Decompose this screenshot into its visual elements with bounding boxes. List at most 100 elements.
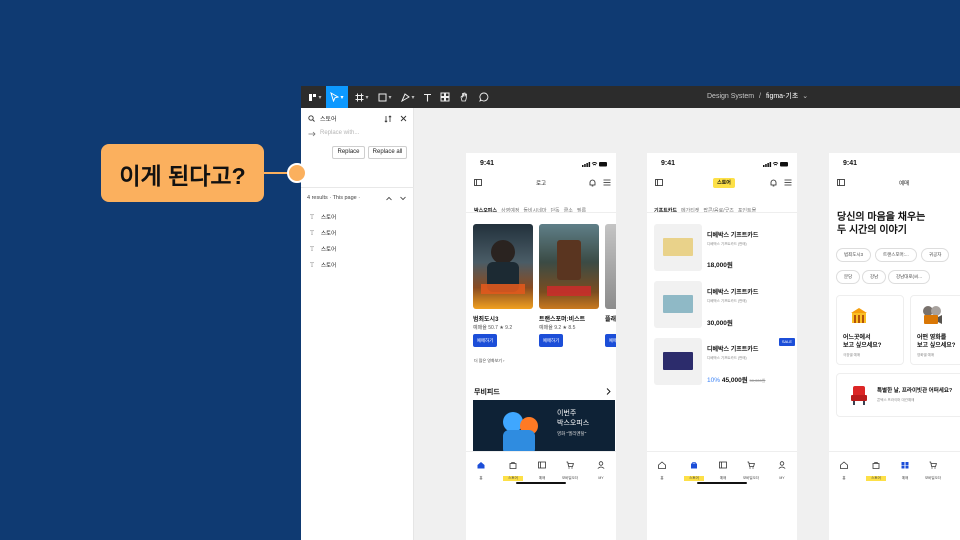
book-button[interactable]: 예매하기	[473, 334, 497, 347]
tabbar-label: 모바일오더	[561, 476, 579, 480]
replace-button[interactable]: Replace	[332, 146, 365, 159]
tabbar-booking[interactable]: 예매	[532, 456, 552, 481]
tabbar-home[interactable]: 홈	[834, 456, 854, 481]
artboard-booking[interactable]: 9:41 예매 당신의 마음을 채우는 두 시간의 이야기 범죄도시3 트랜스포머…	[829, 153, 960, 540]
project-name[interactable]: Design System	[707, 93, 754, 100]
find-input[interactable]: 스토어	[320, 114, 337, 123]
moviefeed-banner[interactable]: 이번주 박스오피스 영화 "엘리멘탈"	[473, 400, 615, 455]
tabbar-store[interactable]: 스토어	[503, 456, 523, 481]
giftcard-thumb-1[interactable]	[654, 224, 702, 271]
more-movies-label: 더 많은 영화보기	[474, 358, 502, 363]
tab-megaticket[interactable]: 메가티켓	[681, 205, 699, 212]
comment-tool-button[interactable]	[477, 86, 491, 108]
giftcard-price: 18,000원	[707, 262, 733, 269]
shape-tool-button[interactable]: ▾	[375, 86, 395, 108]
book-button[interactable]: 예매하기	[539, 334, 563, 347]
sort-options-icon[interactable]	[384, 115, 392, 123]
tabbar-booking[interactable]: 예매	[895, 456, 915, 481]
results-summary[interactable]: 4 results · This page ·	[307, 195, 360, 201]
bell-icon[interactable]	[589, 179, 596, 187]
tab-pointmall[interactable]: 포인트몰	[738, 205, 756, 212]
giftcard-thumb-3[interactable]	[654, 338, 702, 385]
tabbar-mobile-order[interactable]: 모바일오더	[560, 456, 580, 481]
menu-icon[interactable]	[603, 179, 611, 186]
tabbar-home[interactable]: 홈	[471, 456, 491, 481]
replace-all-button[interactable]: Replace all	[368, 146, 407, 159]
result-item[interactable]: T 스토어	[310, 260, 336, 270]
tabbar-label: MY	[779, 476, 785, 480]
ticket-icon[interactable]	[655, 179, 663, 186]
tabbar-store[interactable]: 스토어	[866, 456, 886, 481]
artboard-home[interactable]: 9:41 로고 박스오피스 상영예정 돌비시네마 단독 클소 필름 범죄도시3 예매율 5…	[466, 153, 616, 540]
tab-upcoming[interactable]: 상영예정	[501, 205, 519, 212]
figma-logo-icon	[309, 93, 317, 101]
chevron-down-icon[interactable]: ⌄	[802, 93, 808, 100]
movie-poster-2[interactable]	[539, 224, 599, 309]
tabbar-my[interactable]: MY	[772, 456, 792, 480]
result-item[interactable]: T 스토어	[310, 244, 336, 254]
hand-tool-button[interactable]	[457, 86, 471, 108]
status-time: 9:41	[480, 160, 495, 167]
recent-chip[interactable]: 강남	[862, 270, 887, 284]
banner-line-1: 이번주	[557, 410, 577, 417]
tab-exclusive[interactable]: 단독	[550, 205, 559, 212]
recent-chip[interactable]: 범죄도시3	[836, 248, 872, 262]
menu-icon[interactable]	[784, 179, 792, 186]
movie-booking-card[interactable]: 어떤 영화를 보고 싶으세요? 영화별 예매	[910, 295, 960, 365]
move-tool-button[interactable]: ▾	[326, 86, 348, 108]
giftcard-image	[663, 295, 693, 313]
tabbar-booking[interactable]: 예매	[713, 456, 733, 481]
movie-poster-3[interactable]	[605, 224, 616, 309]
components-icon	[440, 92, 450, 102]
bell-icon[interactable]	[770, 179, 777, 187]
result-item[interactable]: T 스토어	[310, 212, 336, 222]
result-item[interactable]: T 스토어	[310, 228, 336, 238]
store-title-highlight: 스토어	[713, 178, 735, 188]
tab-classic[interactable]: 클소	[564, 205, 573, 212]
close-icon[interactable]	[400, 115, 407, 122]
tab-snacks-goods[interactable]: 팝콘/음료/굿즈	[703, 205, 733, 212]
giftcard-thumb-2[interactable]	[654, 281, 702, 328]
chevron-down-icon[interactable]	[400, 196, 406, 201]
recent-chip[interactable]: 트랜스포머:...	[875, 248, 917, 262]
artboard-store[interactable]: 9:41 스토어 기프트카드 메가티켓 팝콘/음료/굿즈 포인트몰 디베박스 기프트카…	[647, 153, 797, 540]
theater-booking-card[interactable]: 어느곳에서 보고 싶으세요? 극장별 예매	[836, 295, 904, 365]
card-title: 어떤 영화를 보고 싶으세요?	[917, 334, 955, 350]
tabbar-home[interactable]: 홈	[652, 456, 672, 481]
more-movies-link[interactable]: 더 많은 영화보기 ›	[474, 358, 504, 364]
tab-dolby[interactable]: 돌비시네마	[523, 205, 546, 212]
find-row[interactable]: 스토어	[301, 112, 414, 126]
book-button[interactable]: 예매하기	[605, 334, 616, 347]
private-hall-subtitle: 콘텍스 프라이머 대관예매	[877, 398, 915, 402]
callout-text: 이게 된다고?	[119, 163, 246, 189]
ticket-icon	[901, 462, 909, 469]
recent-chip[interactable]: 분당	[836, 270, 861, 284]
tab-boxoffice[interactable]: 박스오피스	[474, 205, 497, 212]
movie-poster-1[interactable]	[473, 224, 533, 309]
tabbar-my[interactable]: MY	[591, 456, 611, 480]
tabbar-mobile-order[interactable]: 모바일오더	[741, 456, 761, 481]
file-name[interactable]: figma-기초	[766, 93, 798, 100]
chevron-right-icon[interactable]	[606, 388, 611, 395]
private-hall-card[interactable]: 특별한 날, 프라이빗관 어떠세요? 콘텍스 프라이머 대관예매	[836, 373, 960, 417]
pen-tool-button[interactable]: ▾	[398, 86, 418, 108]
tab-film[interactable]: 필름	[577, 205, 586, 212]
tab-giftcard[interactable]: 기프트카드	[654, 205, 677, 212]
banner-artwork	[503, 412, 538, 455]
text-tool-button[interactable]	[420, 86, 434, 108]
document-path[interactable]: Design System / figma-기초 ⌄	[707, 86, 808, 108]
chevron-up-icon[interactable]	[386, 196, 392, 201]
movie-poster-art	[547, 240, 591, 296]
recent-chip[interactable]: 귀공자	[921, 248, 950, 262]
tabbar-mobile-order[interactable]: 모바일오더	[923, 456, 943, 481]
recent-chip[interactable]: 강남대로(씨...	[888, 270, 930, 284]
private-hall-title: 특별한 날, 프라이빗관 어떠세요?	[877, 388, 953, 394]
tabbar-store[interactable]: 스토어	[684, 456, 704, 481]
replace-row[interactable]: Replace with...	[301, 128, 414, 142]
frame-tool-button[interactable]: ▾	[352, 86, 372, 108]
discount-rate: 10%	[707, 377, 721, 384]
main-menu-button[interactable]: ▾	[305, 86, 325, 108]
figma-window: ▾ ▾ ▾ ▾ ▾ Design System / figma-기초 ⌄ 스토어…	[301, 86, 960, 540]
resources-tool-button[interactable]	[438, 86, 452, 108]
replace-input[interactable]: Replace with...	[320, 130, 359, 136]
